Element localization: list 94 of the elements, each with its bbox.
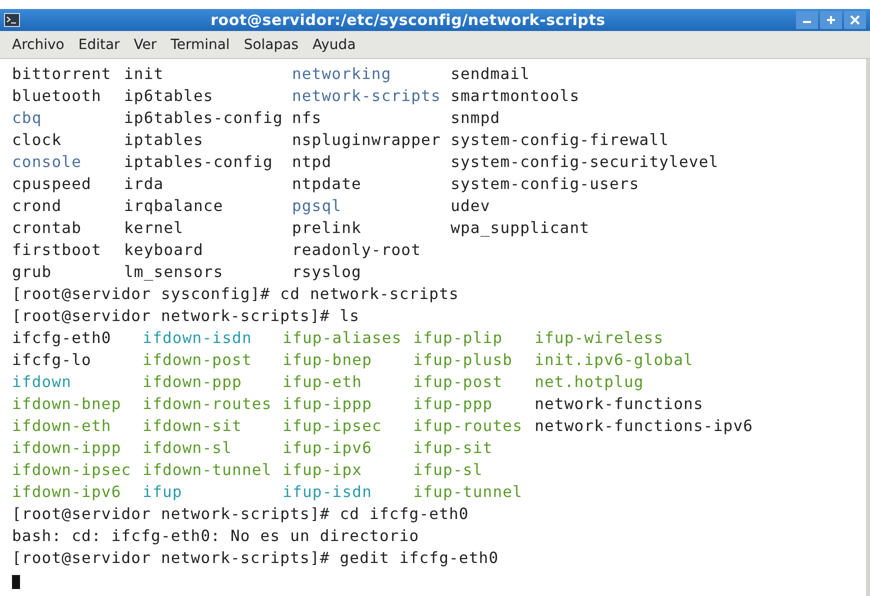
file-name: init.ipv6-global bbox=[534, 350, 694, 371]
file-name: ifup-post bbox=[413, 372, 504, 393]
menu-item[interactable]: Editar bbox=[72, 34, 126, 54]
file-name: ifcfg-eth0 bbox=[12, 328, 112, 349]
file-name: ntpd bbox=[292, 152, 333, 173]
file-name: firstboot bbox=[12, 240, 102, 261]
terminal-line: bash: cd: ifcfg-eth0: No es un directorio bbox=[12, 526, 420, 547]
file-name: irda bbox=[124, 174, 165, 195]
file-name: smartmontools bbox=[450, 86, 581, 107]
file-name: snmpd bbox=[450, 108, 502, 129]
file-name: network-functions bbox=[534, 394, 704, 415]
text-cursor bbox=[12, 575, 20, 589]
file-name: ifup-tunnel bbox=[413, 482, 524, 503]
file-name: iptables-config bbox=[124, 152, 274, 173]
file-name: network-scripts bbox=[292, 86, 442, 107]
file-name: system-config-securitylevel bbox=[450, 152, 720, 173]
window-control-button[interactable] bbox=[796, 11, 818, 29]
file-name: ip6tables-config bbox=[124, 108, 284, 129]
terminal-line: [root@servidor network-scripts]# ls bbox=[12, 306, 361, 327]
file-name: ifup-ppp bbox=[413, 394, 494, 415]
window-title: root@servidor:/etc/sysconfig/network-scripts bbox=[210, 11, 606, 29]
file-name: pgsql bbox=[292, 196, 343, 217]
file-name: ifdown-bnep bbox=[12, 394, 122, 415]
file-name: clock bbox=[12, 130, 63, 151]
menu-item[interactable]: Archivo bbox=[6, 34, 70, 54]
file-name: iptables bbox=[124, 130, 204, 151]
file-name: ifup-ipv6 bbox=[282, 438, 373, 459]
file-name: prelink bbox=[292, 218, 362, 239]
file-name: ifdown-routes bbox=[142, 394, 273, 415]
file-name: ifdown-ipsec bbox=[12, 460, 132, 481]
file-name: ifup bbox=[142, 482, 184, 503]
file-name: ifup-plusb bbox=[413, 350, 514, 371]
file-name: bittorrent bbox=[12, 64, 112, 85]
window-control-button[interactable] bbox=[820, 11, 842, 29]
plus-icon bbox=[826, 15, 836, 25]
file-name: ifdown-isdn bbox=[142, 328, 253, 349]
file-name: keyboard bbox=[124, 240, 204, 261]
file-name: networking bbox=[292, 64, 392, 85]
terminal-line: [root@servidor network-scripts]# gedit ifcfg-eth0 bbox=[12, 548, 500, 569]
file-name: udev bbox=[450, 196, 492, 217]
file-name: ifcfg-lo bbox=[12, 350, 92, 371]
menu-item[interactable]: Ver bbox=[128, 34, 163, 54]
file-name: ifup-eth bbox=[282, 372, 364, 393]
file-name: ifdown-ppp bbox=[142, 372, 243, 393]
file-name: ip6tables bbox=[124, 86, 214, 107]
file-name: cbq bbox=[12, 108, 43, 129]
close-icon bbox=[850, 15, 860, 25]
file-name: sendmail bbox=[450, 64, 532, 85]
menu-item[interactable]: Ayuda bbox=[306, 34, 362, 54]
file-name: ifup-ippp bbox=[282, 394, 373, 415]
file-name: cpuspeed bbox=[12, 174, 92, 195]
file-name: wpa_supplicant bbox=[450, 218, 591, 239]
file-name: ifdown-ipv6 bbox=[12, 482, 122, 503]
file-name: ifdown-post bbox=[142, 350, 253, 371]
file-name: init bbox=[124, 64, 165, 85]
file-name: ifup-plip bbox=[413, 328, 504, 349]
file-name: bluetooth bbox=[12, 86, 102, 107]
file-name: rsyslog bbox=[292, 262, 362, 283]
file-name: ifup-sl bbox=[413, 460, 484, 481]
file-name: grub bbox=[12, 262, 53, 283]
file-name: ifup-ipsec bbox=[282, 416, 383, 437]
file-name: ifup-isdn bbox=[282, 482, 373, 503]
terminal-icon bbox=[4, 13, 20, 27]
file-name: ifup-sit bbox=[413, 438, 494, 459]
file-name: crontab bbox=[12, 218, 83, 239]
file-name: console bbox=[12, 152, 83, 173]
file-name: ifdown-eth bbox=[12, 416, 112, 437]
menu-item[interactable]: Solapas bbox=[238, 34, 305, 54]
file-name: ifup-routes bbox=[413, 416, 524, 437]
file-name: ifdown-sit bbox=[142, 416, 243, 437]
menu-item[interactable]: Terminal bbox=[164, 34, 236, 54]
file-name: nspluginwrapper bbox=[292, 130, 442, 151]
terminal-line: [root@servidor network-scripts]# cd ifcfg-eth0 bbox=[12, 504, 470, 525]
window-control-button[interactable] bbox=[844, 11, 866, 29]
file-name: network-functions-ipv6 bbox=[534, 416, 754, 437]
file-name: system-config-users bbox=[450, 174, 640, 195]
file-name: ifup-ipx bbox=[282, 460, 364, 481]
file-name: lm_sensors bbox=[124, 262, 224, 283]
file-name: irqbalance bbox=[124, 196, 224, 217]
file-name: kernel bbox=[124, 218, 185, 239]
file-name: readonly-root bbox=[292, 240, 422, 261]
terminal-line: [root@servidor sysconfig]# cd network-scripts bbox=[12, 284, 460, 305]
file-name: crond bbox=[12, 196, 63, 217]
file-name: ifdown bbox=[12, 372, 73, 393]
file-name: ifup-wireless bbox=[534, 328, 665, 349]
file-name: ifup-aliases bbox=[282, 328, 403, 349]
file-name: ifup-bnep bbox=[282, 350, 373, 371]
file-name: ntpdate bbox=[292, 174, 362, 195]
file-name: nfs bbox=[292, 108, 323, 129]
file-name: net.hotplug bbox=[534, 372, 645, 393]
file-name: ifdown-sl bbox=[142, 438, 234, 459]
file-name: system-config-firewall bbox=[450, 130, 670, 151]
file-name: ifdown-tunnel bbox=[142, 460, 273, 481]
file-name: ifdown-ippp bbox=[12, 438, 122, 459]
